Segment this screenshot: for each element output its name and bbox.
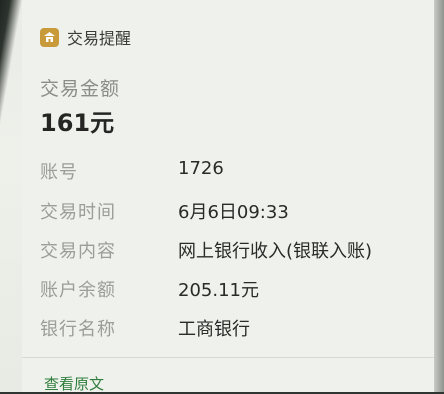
detail-row-bank: 银行名称 工商银行 — [40, 315, 420, 345]
bank-icon — [40, 27, 59, 47]
detail-label: 账号 — [40, 162, 78, 183]
detail-value: 1726 — [178, 158, 224, 179]
detail-row-account: 账号 1726 — [40, 158, 420, 188]
detail-row-content: 交易内容 网上银行收入(银联入账) — [40, 237, 420, 267]
detail-label: 账户余额 — [40, 280, 116, 301]
detail-value: 205.11元 — [178, 280, 259, 301]
detail-row-balance: 账户余额 205.11元 — [40, 276, 420, 306]
detail-label: 银行名称 — [40, 319, 116, 340]
view-original-link[interactable]: 查看原文 — [44, 373, 104, 394]
detail-label: 交易时间 — [40, 202, 116, 223]
divider — [22, 357, 434, 358]
phone-bezel — [434, 0, 444, 392]
detail-row-time: 交易时间 6月6日09:33 — [40, 198, 420, 228]
detail-value: 6月6日09:33 — [178, 202, 289, 223]
detail-value: 工商银行 — [178, 319, 250, 340]
detail-label: 交易内容 — [40, 241, 116, 262]
amount-value: 161元 — [40, 109, 115, 137]
header-title: 交易提醒 — [67, 29, 132, 48]
detail-value: 网上银行收入(银联入账) — [178, 241, 373, 262]
amount-label: 交易金额 — [40, 78, 121, 100]
card-header: 交易提醒 — [40, 25, 131, 49]
